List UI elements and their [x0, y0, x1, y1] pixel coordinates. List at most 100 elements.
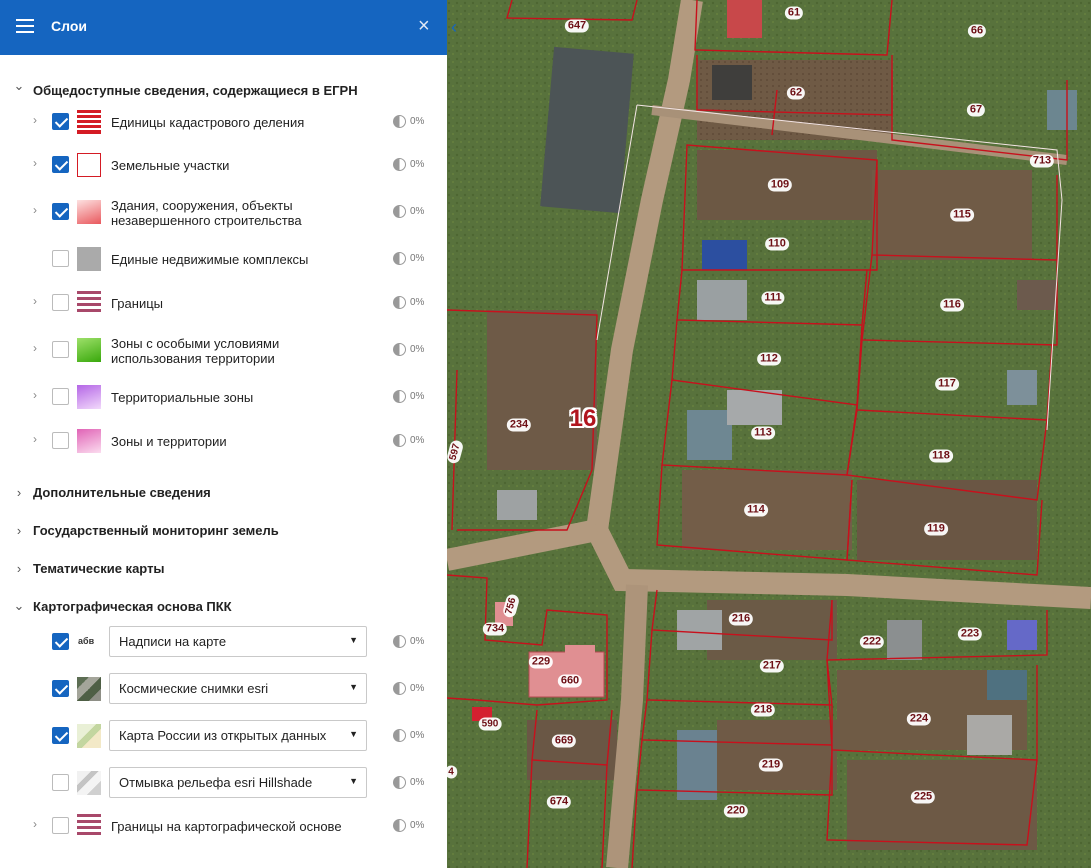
basemap-select[interactable]: Космические снимки esri ▼ [109, 673, 367, 704]
plot-number[interactable]: 225 [910, 790, 936, 804]
layer-checkbox[interactable] [52, 250, 69, 267]
plot-number[interactable]: 590 [478, 717, 502, 731]
layer-checkbox[interactable] [52, 388, 69, 405]
opacity-control[interactable]: 0% [393, 635, 424, 648]
chevron-right-icon[interactable]: › [13, 485, 25, 500]
plot-number[interactable]: 118 [929, 449, 953, 463]
chevron-right-icon[interactable]: › [33, 388, 37, 402]
layer-row-russia-map[interactable]: Карта России из открытых данных ▼ 0% [0, 716, 447, 756]
plot-number[interactable]: 224 [906, 712, 932, 726]
menu-icon[interactable] [16, 19, 34, 33]
chevron-right-icon[interactable]: › [33, 113, 37, 127]
chevron-right-icon[interactable]: › [33, 203, 37, 217]
layer-row-hillshade[interactable]: Отмывка рельефа esri Hillshade ▼ 0% [0, 763, 447, 803]
layer-row-map-labels[interactable]: абв Надписи на карте ▼ 0% [0, 622, 447, 662]
plot-number[interactable]: 114 [744, 503, 768, 517]
layer-checkbox[interactable] [52, 203, 69, 220]
plot-number[interactable]: 109 [767, 178, 793, 192]
plot-number[interactable]: 113 [751, 426, 775, 440]
layer-checkbox[interactable] [52, 432, 69, 449]
opacity-control[interactable]: 0% [393, 158, 424, 171]
plot-number[interactable]: 66 [967, 24, 987, 38]
plot-number[interactable]: 234 [506, 418, 532, 432]
layer-checkbox[interactable] [52, 294, 69, 311]
plot-number[interactable]: 112 [757, 352, 781, 366]
hillshade-thumb-icon [77, 771, 101, 795]
layer-row-special-zones[interactable]: › Зоны с особыми условиями использования… [0, 330, 447, 370]
close-icon[interactable]: × [418, 16, 430, 36]
layer-row-unified-complexes[interactable]: Единые недвижимые комплексы 0% [0, 239, 447, 279]
plot-number[interactable]: 218 [750, 703, 776, 717]
plot-number[interactable]: 216 [728, 612, 754, 626]
purple-stripes-icon [77, 291, 101, 315]
chevron-down-icon[interactable]: ⌄ [13, 598, 25, 614]
opacity-control[interactable]: 0% [393, 343, 424, 356]
plot-number[interactable]: 222 [859, 635, 885, 649]
chevron-right-icon[interactable]: › [33, 817, 37, 831]
opacity-control[interactable]: 0% [393, 819, 424, 832]
plot-number[interactable]: 61 [784, 6, 804, 20]
plot-number[interactable]: 62 [786, 86, 806, 100]
chevron-right-icon[interactable]: › [33, 432, 37, 446]
chevron-right-icon[interactable]: › [33, 341, 37, 355]
plot-number[interactable]: 115 [950, 208, 974, 222]
plot-number[interactable]: 116 [940, 298, 964, 312]
opacity-control[interactable]: 0% [393, 252, 424, 265]
opacity-control[interactable]: 0% [393, 682, 424, 695]
chevron-down-icon[interactable]: ⌄ [13, 78, 25, 94]
plot-number[interactable]: 219 [758, 758, 784, 772]
layer-checkbox[interactable] [52, 680, 69, 697]
opacity-icon [393, 682, 406, 695]
chevron-right-icon[interactable]: › [33, 294, 37, 308]
layer-row-zones-territories[interactable]: › Зоны и территории 0% [0, 421, 447, 461]
chevron-right-icon[interactable]: › [13, 523, 25, 538]
plot-number[interactable]: 110 [765, 237, 789, 251]
layer-checkbox[interactable] [52, 113, 69, 130]
layer-row-buildings[interactable]: › Здания, сооружения, объекты незавершен… [0, 192, 447, 232]
layers-panel: Слои × ⌄ Общедоступные сведения, содержа… [0, 0, 447, 868]
red-stripes-icon [77, 110, 101, 134]
plot-number[interactable]: 229 [528, 655, 554, 669]
opacity-control[interactable]: 0% [393, 776, 424, 789]
collapse-panel-icon[interactable]: ‹ [447, 14, 461, 40]
opacity-control[interactable]: 0% [393, 296, 424, 309]
basemap-select[interactable]: Карта России из открытых данных ▼ [109, 720, 367, 751]
plot-number[interactable]: 220 [723, 804, 749, 818]
plot-number[interactable]: 119 [924, 522, 948, 536]
layer-row-basemap-borders[interactable]: › Границы на картографической основе 0% [0, 806, 447, 846]
plot-number[interactable]: 223 [957, 627, 983, 641]
opacity-control[interactable]: 0% [393, 390, 424, 403]
layer-row-cadastral-units[interactable]: › Единицы кадастрового деления 0% [0, 102, 447, 142]
plot-number[interactable]: 660 [557, 674, 583, 688]
plot-number[interactable]: 217 [759, 659, 785, 673]
layer-checkbox[interactable] [52, 727, 69, 744]
layer-row-land-plots[interactable]: › Земельные участки 0% [0, 145, 447, 185]
plot-number[interactable]: 67 [966, 103, 986, 117]
opacity-control[interactable]: 0% [393, 434, 424, 447]
plot-number[interactable]: 647 [564, 19, 590, 33]
layer-checkbox[interactable] [52, 817, 69, 834]
plot-number[interactable]: 713 [1029, 154, 1055, 168]
layer-row-borders[interactable]: › Границы 0% [0, 283, 447, 323]
layer-checkbox[interactable] [52, 156, 69, 173]
chevron-right-icon[interactable]: › [13, 561, 25, 576]
layer-row-satellite[interactable]: Космические снимки esri ▼ 0% [0, 669, 447, 709]
opacity-control[interactable]: 0% [393, 115, 424, 128]
opacity-control[interactable]: 0% [393, 729, 424, 742]
layer-checkbox[interactable] [52, 341, 69, 358]
plot-number[interactable]: 111 [761, 291, 785, 305]
plot-number[interactable]: 4 [447, 765, 457, 779]
plot-number[interactable]: 734 [482, 622, 508, 636]
basemap-select[interactable]: Надписи на карте ▼ [109, 626, 367, 657]
layer-label: Единые недвижимые комплексы [111, 252, 309, 267]
opacity-control[interactable]: 0% [393, 205, 424, 218]
plot-number[interactable]: 674 [546, 795, 572, 809]
basemap-select[interactable]: Отмывка рельефа esri Hillshade ▼ [109, 767, 367, 798]
layer-row-territorial-zones[interactable]: › Территориальные зоны 0% [0, 377, 447, 417]
plot-number[interactable]: 117 [935, 377, 959, 391]
map-view[interactable]: 16 647 61 66 62 67 713 109 115 110 111 1… [447, 0, 1091, 868]
layer-checkbox[interactable] [52, 774, 69, 791]
chevron-right-icon[interactable]: › [33, 156, 37, 170]
layer-checkbox[interactable] [52, 633, 69, 650]
plot-number[interactable]: 669 [551, 734, 577, 748]
